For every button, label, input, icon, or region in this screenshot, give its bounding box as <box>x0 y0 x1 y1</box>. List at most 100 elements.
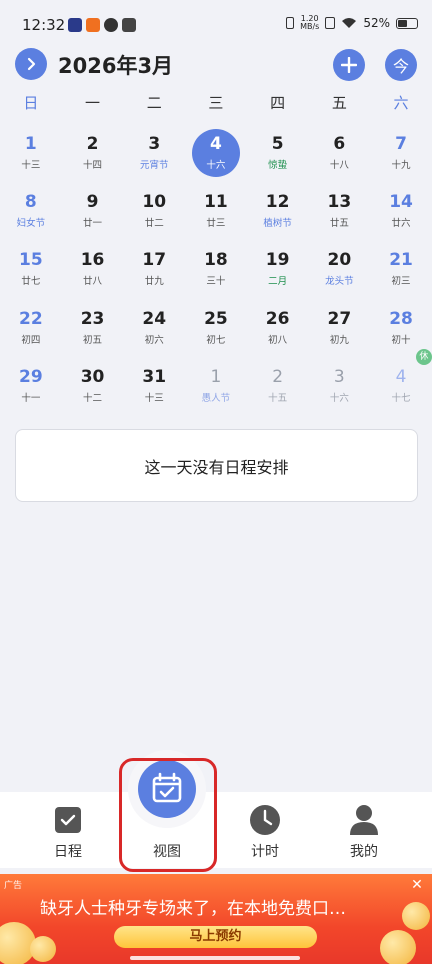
day-number: 25 <box>204 308 228 329</box>
day-cell[interactable]: 2 十四 <box>62 124 124 182</box>
lunar-label: 十五 <box>268 392 288 404</box>
plus-icon <box>341 57 357 73</box>
day-number: 9 <box>86 192 99 213</box>
day-cell[interactable]: 28 初十 <box>370 299 432 357</box>
day-cell[interactable]: 2 十五 <box>247 357 309 415</box>
day-cell[interactable]: 12 植树节 <box>247 182 309 240</box>
day-number: 1 <box>24 134 37 154</box>
day-cell[interactable]: 26 初八 <box>247 299 309 357</box>
lunar-label: 十三 <box>21 160 41 171</box>
signal-icon <box>325 17 336 29</box>
lunar-label: 三十 <box>206 276 226 288</box>
day-number: 22 <box>19 308 43 329</box>
day-cell[interactable]: 11 廿三 <box>185 182 247 240</box>
day-cell[interactable]: 21 初三 <box>370 240 432 298</box>
day-number: 17 <box>142 250 167 271</box>
tab-profile[interactable]: 我的 <box>310 792 418 868</box>
day-cell[interactable]: 6 十八 <box>309 124 371 182</box>
app-notification-icon <box>122 18 136 32</box>
day-cell[interactable]: 14 廿六 <box>370 182 432 240</box>
day-number: 19 <box>265 250 290 271</box>
lunar-label: 廿九 <box>144 276 164 288</box>
day-number: 16 <box>80 250 105 271</box>
day-cell[interactable]: 7 十九 <box>370 124 432 182</box>
day-number: 8 <box>24 192 37 213</box>
ad-close-button[interactable]: ✕ <box>410 878 424 892</box>
day-cell[interactable]: 18 三十 <box>185 240 247 298</box>
today-button[interactable]: 今 <box>385 49 417 81</box>
day-cell[interactable]: 17 廿九 <box>123 240 185 298</box>
day-number: 1 <box>210 366 222 387</box>
day-cell[interactable]: 20 龙头节 <box>309 240 371 298</box>
day-cell[interactable]: 23 初五 <box>62 299 124 357</box>
clock-icon <box>250 805 280 835</box>
lunar-label: 十六 <box>206 160 226 171</box>
coin-decoration <box>402 902 430 930</box>
day-cell[interactable]: 25 初七 <box>185 299 247 357</box>
ad-banner[interactable]: 广告 ✕ 缺牙人士种牙专场来了，在本地免费口… 马上预约 <box>0 874 432 964</box>
day-cell[interactable]: 30 十二 <box>62 357 124 415</box>
today-label: 今 <box>392 57 409 76</box>
day-number: 2 <box>272 366 284 387</box>
lunar-label: 元宵节 <box>139 160 169 171</box>
day-cell[interactable]: 15 廿七 <box>0 240 62 298</box>
home-indicator <box>130 956 300 960</box>
day-cell[interactable]: 10 廿二 <box>123 182 185 240</box>
day-number: 28 <box>389 308 413 329</box>
day-cell[interactable]: 3 元宵节 <box>123 124 185 182</box>
day-cell[interactable]: 1 愚人节 <box>185 357 247 415</box>
day-number: 14 <box>389 192 413 213</box>
lunar-label: 廿七 <box>21 276 41 288</box>
day-cell[interactable]: 24 初六 <box>123 299 185 357</box>
tab-label: 日程 <box>54 844 82 860</box>
day-cell[interactable]: 19 二月 <box>247 240 309 298</box>
lunar-label: 十四 <box>83 160 103 171</box>
lunar-label: 廿八 <box>83 276 103 288</box>
next-month-button[interactable] <box>15 48 47 80</box>
day-number: 21 <box>389 250 413 271</box>
lunar-label: 二月 <box>268 276 288 288</box>
add-event-button[interactable] <box>333 49 365 81</box>
net-speed-unit: MB/s <box>300 22 320 31</box>
month-title[interactable]: 2026年3月 <box>58 50 173 80</box>
lunar-label: 初九 <box>329 334 349 346</box>
weekday-label: 五 <box>331 94 347 112</box>
empty-schedule-message: 这一天没有日程安排 <box>144 457 289 477</box>
day-number: 24 <box>142 308 167 329</box>
coin-decoration <box>30 936 56 962</box>
day-number: 4 <box>395 366 407 387</box>
day-cell[interactable]: 8 妇女节 <box>0 182 62 240</box>
day-cell[interactable]: 13 廿五 <box>309 182 371 240</box>
day-number: 3 <box>148 134 161 154</box>
weekday-label: 六 <box>393 94 409 112</box>
lunar-label: 初十 <box>391 334 411 346</box>
day-cell[interactable]: 27 初九 <box>309 299 371 357</box>
day-cell[interactable]: 1 十三 <box>0 124 62 182</box>
day-cell[interactable]: 29 十一 <box>0 357 62 415</box>
day-cell[interactable]: 16 廿八 <box>62 240 124 298</box>
day-number: 31 <box>142 366 167 387</box>
lunar-label: 初八 <box>268 334 288 346</box>
day-cell[interactable]: 31 十三 <box>123 357 185 415</box>
day-cell[interactable]: 5 惊蛰 <box>247 124 309 182</box>
lunar-label: 初七 <box>206 334 226 346</box>
day-cell[interactable]: 4 十七 休 <box>370 348 432 415</box>
day-number: 23 <box>80 308 105 329</box>
tab-schedule[interactable]: 日程 <box>14 792 122 868</box>
status-bar: 12:32 1.20 MB/s 52% <box>0 0 432 48</box>
lunar-label: 初五 <box>83 334 103 346</box>
day-cell[interactable]: 9 廿一 <box>62 182 124 240</box>
lunar-label: 植树节 <box>263 218 292 230</box>
weekday-row: 日一二三四五六 <box>0 88 432 114</box>
ad-cta-button[interactable]: 马上预约 <box>114 926 317 948</box>
day-cell-selected[interactable]: 4 十六 <box>185 124 247 182</box>
day-number: 10 <box>142 192 167 213</box>
tab-timer[interactable]: 计时 <box>211 792 319 868</box>
lunar-label: 廿三 <box>206 218 226 230</box>
day-cell[interactable]: 22 初四 <box>0 299 62 357</box>
person-icon <box>350 805 378 835</box>
lunar-label: 龙头节 <box>325 276 354 288</box>
ad-headline[interactable]: 缺牙人士种牙专场来了，在本地免费口… <box>40 894 346 919</box>
day-cell[interactable]: 3 十六 <box>309 357 371 415</box>
app-notification-icon <box>68 18 82 32</box>
